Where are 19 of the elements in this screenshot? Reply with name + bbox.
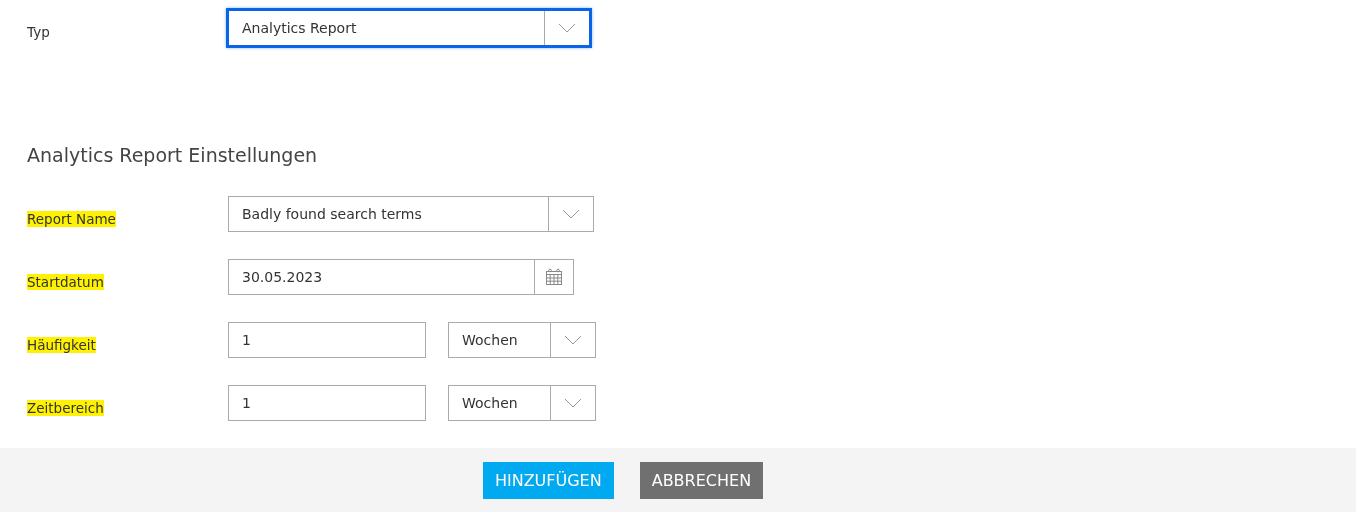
chevron-down-icon	[562, 209, 580, 219]
type-select[interactable]: Analytics Report	[226, 8, 592, 48]
section-title: Analytics Report Einstellungen	[27, 144, 319, 166]
chevron-down-icon	[564, 335, 582, 345]
chevron-down-icon	[558, 23, 576, 33]
number-field[interactable]: 1	[228, 322, 426, 358]
field-label: Startdatum	[27, 273, 104, 290]
field-label: Typ	[27, 23, 51, 40]
date-field[interactable]: 30.05.2023	[228, 259, 574, 295]
unit-select[interactable]: Wochen	[448, 385, 596, 421]
cancel-button[interactable]: ABBRECHEN	[639, 461, 764, 499]
calendar-icon	[545, 268, 563, 286]
report-name-select[interactable]: Badly found search terms	[228, 196, 594, 232]
field-label: Zeitbereich	[27, 399, 104, 416]
field-label: Häufigkeit	[27, 336, 96, 353]
unit-select[interactable]: Wochen	[448, 322, 596, 358]
field-label: Report Name	[27, 210, 116, 227]
number-field[interactable]: 1	[228, 385, 426, 421]
chevron-down-icon	[564, 398, 582, 408]
